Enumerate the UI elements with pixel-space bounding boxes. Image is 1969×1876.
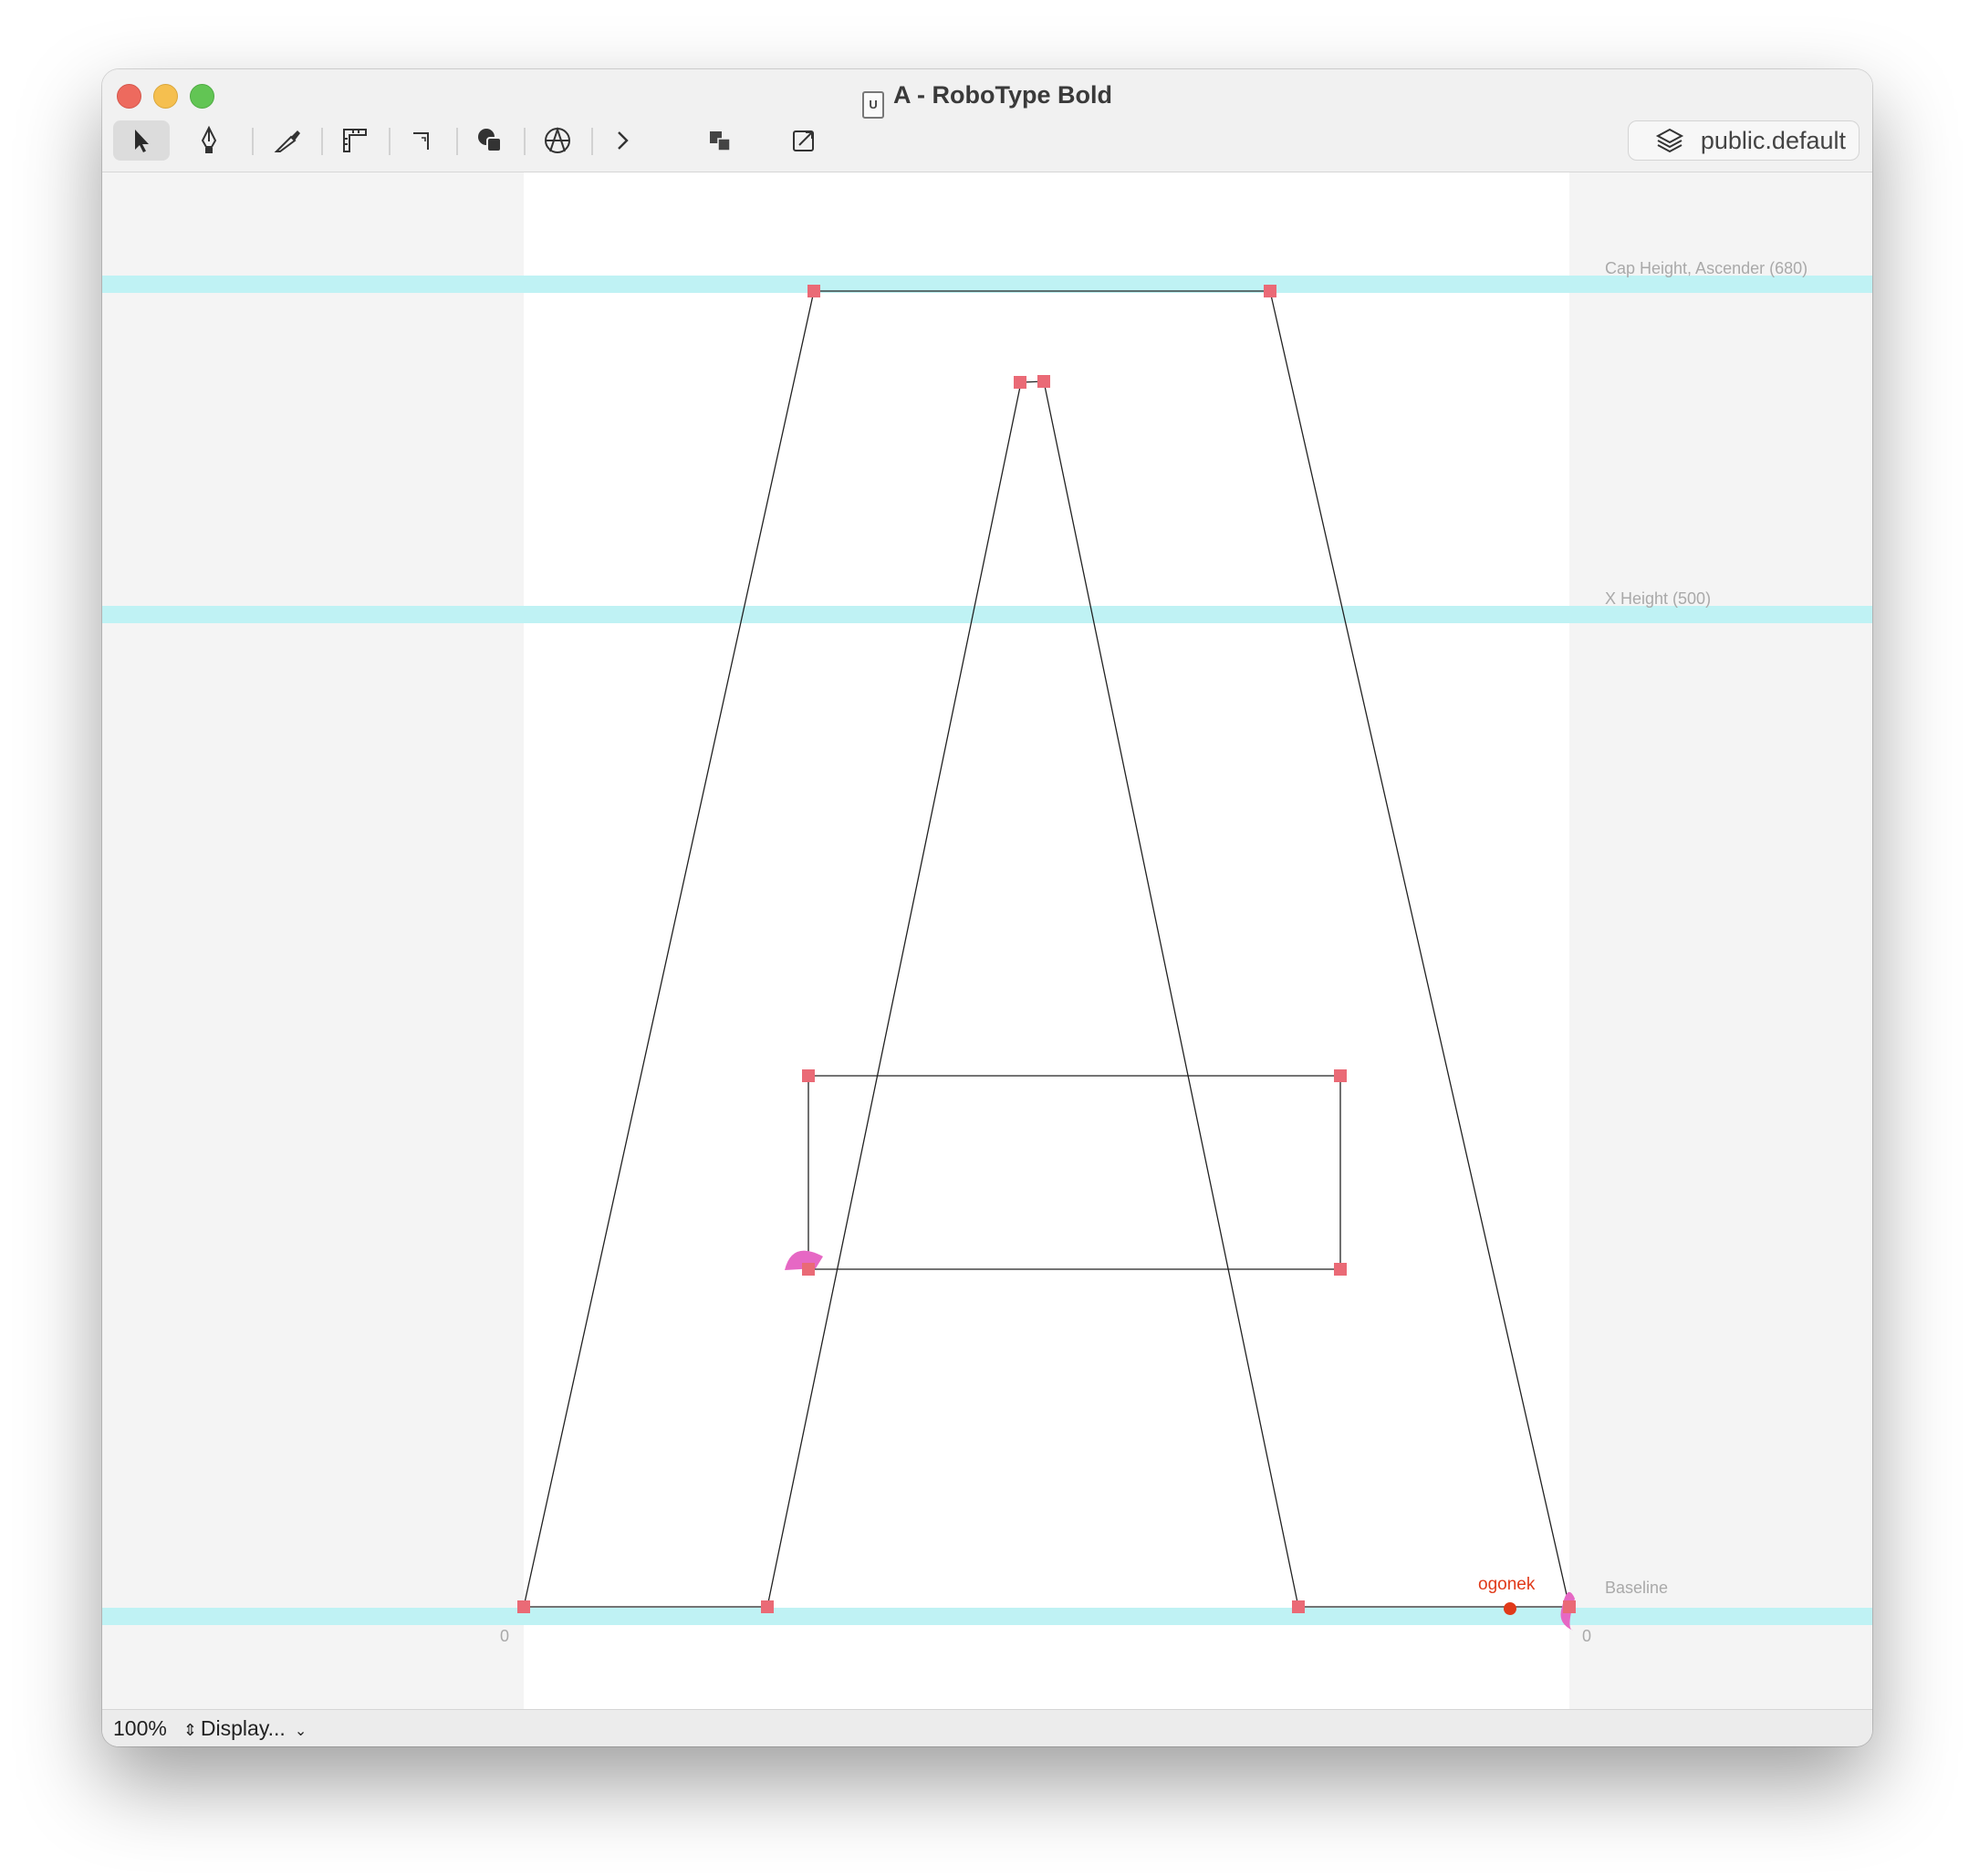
point[interactable] <box>1264 285 1276 297</box>
anchor-circle-icon <box>545 126 570 153</box>
x-height-label: X Height (500) <box>1605 589 1711 608</box>
display-menu-label: Display... <box>200 1715 286 1740</box>
point[interactable] <box>807 285 820 297</box>
ogonek-anchor[interactable] <box>1504 1602 1516 1615</box>
pen-nib-icon <box>201 125 217 153</box>
left-sidebearing-label: 0 <box>500 1627 509 1645</box>
chevron-down-icon: ⌄ <box>294 1723 307 1739</box>
overlap-view-button[interactable] <box>692 120 748 161</box>
knife-tool[interactable] <box>259 120 316 161</box>
transform-button[interactable] <box>776 120 832 161</box>
right-sidebearing-label: 0 <box>1582 1627 1591 1645</box>
overlap-squares-icon <box>710 131 731 151</box>
point[interactable] <box>1292 1600 1305 1613</box>
baseline-guide <box>102 1608 1872 1625</box>
shapes-tool[interactable] <box>462 120 518 161</box>
chevron-right-icon <box>618 131 629 150</box>
corner-tool[interactable] <box>394 120 451 161</box>
knife-icon <box>274 130 300 152</box>
stepper-icon: ⇕ <box>182 1720 197 1739</box>
point[interactable] <box>802 1263 815 1276</box>
measure-tool[interactable] <box>327 120 383 161</box>
display-menu[interactable]: ⇕ Display... ⌄ <box>183 1716 307 1741</box>
corner-icon <box>413 132 429 150</box>
glyph-canvas[interactable]: Cap Height, Ascender (680) X Height (500… <box>102 172 1872 1710</box>
ufo-file-icon: U <box>862 91 885 119</box>
anchor-tool[interactable] <box>529 120 586 161</box>
window-title-text: A - RoboType Bold <box>893 81 1112 109</box>
anchor-label: ogonek <box>1478 1575 1536 1594</box>
zoom-level[interactable]: 100% <box>113 1716 167 1741</box>
more-tools-button[interactable] <box>595 120 651 161</box>
glyph-editor-window: U A - RoboType Bold public.default Cap He… <box>102 69 1872 1746</box>
point[interactable] <box>802 1069 815 1082</box>
point[interactable] <box>517 1600 530 1613</box>
layers-icon <box>1655 128 1683 153</box>
x-height-guide <box>102 606 1872 623</box>
pen-tool[interactable] <box>181 120 237 161</box>
point[interactable] <box>1334 1263 1347 1276</box>
baseline-label: Baseline <box>1605 1579 1668 1597</box>
cap-height-guide <box>102 276 1872 293</box>
point[interactable] <box>761 1600 774 1613</box>
point[interactable] <box>1014 376 1026 389</box>
title-bar: U A - RoboType Bold public.default <box>102 69 1872 172</box>
select-tool[interactable] <box>113 120 170 161</box>
status-bar: 100% ⇕ Display... ⌄ <box>102 1709 1872 1746</box>
point[interactable] <box>1334 1069 1347 1082</box>
glyph-advance-area <box>524 172 1569 1710</box>
point[interactable] <box>1037 375 1050 388</box>
shapes-icon <box>478 129 502 152</box>
arrow-pointer-icon <box>135 130 149 152</box>
layer-name: public.default <box>1700 126 1846 154</box>
point[interactable] <box>1563 1600 1576 1613</box>
layer-selector-button[interactable]: public.default <box>1628 120 1860 161</box>
window-title: U A - RoboType Bold <box>102 78 1872 119</box>
ruler-icon <box>343 129 367 152</box>
transform-icon <box>793 130 814 151</box>
cap-height-label: Cap Height, Ascender (680) <box>1605 259 1808 277</box>
glyph-drawing[interactable]: Cap Height, Ascender (680) X Height (500… <box>102 172 1872 1710</box>
